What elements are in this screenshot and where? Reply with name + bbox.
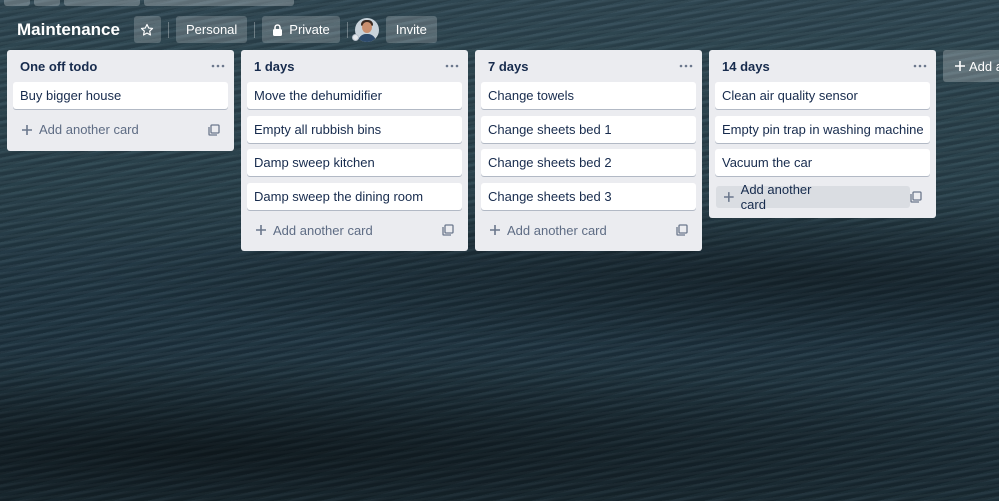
card-list: Buy bigger house xyxy=(7,82,234,109)
card-list: Change towels Change sheets bed 1 Change… xyxy=(475,82,702,210)
list-header[interactable]: 1 days xyxy=(241,50,468,82)
board-header: Maintenance Personal Private Invite xyxy=(8,16,437,43)
plus-icon xyxy=(256,225,266,235)
star-board-button[interactable] xyxy=(133,16,161,43)
add-card-label: Add another card xyxy=(740,181,812,212)
plus-icon xyxy=(22,124,32,135)
list-14-days: 14 days Clean air quality sensor Empty p… xyxy=(709,50,936,218)
card[interactable]: Clean air quality sensor xyxy=(715,82,930,109)
card[interactable]: Change towels xyxy=(481,82,696,109)
header-divider xyxy=(167,21,169,38)
card[interactable]: Empty all rubbish bins xyxy=(247,115,462,143)
card[interactable]: Change sheets bed 2 xyxy=(481,149,696,176)
card[interactable]: Buy bigger house xyxy=(13,82,228,109)
list-one-off-todo: One off todo Buy bigger house Add anothe… xyxy=(7,50,234,151)
list-7-days: 7 days Change towels Change sheets bed 1… xyxy=(475,50,702,251)
nav-button-stub[interactable] xyxy=(64,0,140,6)
card-list: Clean air quality sensor Empty pin trap … xyxy=(709,82,936,176)
nav-button-stub[interactable] xyxy=(34,0,60,6)
card[interactable]: Damp sweep kitchen xyxy=(247,149,462,176)
lock-icon xyxy=(273,23,283,36)
more-horizontal-icon[interactable] xyxy=(211,64,225,68)
list-footer: Add another card xyxy=(481,216,696,244)
add-card-label: Add another card xyxy=(273,222,373,238)
add-list-button[interactable]: Add a xyxy=(943,50,999,82)
add-card-button[interactable]: Add another card xyxy=(490,223,607,238)
board-title[interactable]: Maintenance xyxy=(8,16,129,43)
personal-button[interactable]: Personal xyxy=(175,16,248,43)
add-card-button[interactable]: Add another card xyxy=(22,122,139,137)
list-header[interactable]: One off todo xyxy=(7,50,234,82)
card[interactable]: Move the dehumidifier xyxy=(247,82,462,109)
avatar-status-badge xyxy=(352,34,359,41)
plus-icon xyxy=(490,225,500,235)
list-footer: Add another card xyxy=(247,216,462,244)
header-divider xyxy=(254,21,256,38)
nav-button-stub[interactable] xyxy=(4,0,30,6)
list-header[interactable]: 14 days xyxy=(709,50,936,82)
card[interactable]: Change sheets bed 3 xyxy=(481,182,696,210)
list-title[interactable]: 7 days xyxy=(488,59,528,74)
plus-icon xyxy=(955,61,965,71)
list-title[interactable]: 1 days xyxy=(254,59,294,74)
list-footer: Add another card xyxy=(13,116,228,144)
star-icon xyxy=(141,23,154,36)
add-list-label: Add a xyxy=(969,58,999,74)
card-template-icon[interactable] xyxy=(676,224,688,236)
card-list: Move the dehumidifier Empty all rubbish … xyxy=(241,82,468,210)
card[interactable]: Empty pin trap in washing machine xyxy=(715,115,930,143)
invite-button[interactable]: Invite xyxy=(385,16,437,43)
more-horizontal-icon[interactable] xyxy=(679,64,693,68)
list-footer: Add another card xyxy=(715,182,930,212)
more-horizontal-icon[interactable] xyxy=(445,64,459,68)
card-template-icon[interactable] xyxy=(910,190,922,203)
list-1-days: 1 days Move the dehumidifier Empty all r… xyxy=(241,50,468,251)
header-divider xyxy=(346,21,348,38)
list-title[interactable]: 14 days xyxy=(722,59,770,74)
card[interactable]: Damp sweep the dining room xyxy=(247,182,462,210)
nav-search-stub[interactable] xyxy=(144,0,294,6)
plus-icon xyxy=(724,191,734,202)
list-title[interactable]: One off todo xyxy=(20,59,97,74)
visibility-button[interactable]: Private xyxy=(262,16,340,43)
visibility-label: Private xyxy=(289,22,330,37)
add-card-button[interactable]: Add another card xyxy=(256,223,373,238)
add-card-button[interactable]: Add another card xyxy=(716,182,910,212)
add-card-label: Add another card xyxy=(39,122,139,137)
top-nav-remnant xyxy=(0,0,300,6)
add-card-label: Add another card xyxy=(507,222,607,238)
card[interactable]: Vacuum the car xyxy=(715,149,930,176)
card[interactable]: Change sheets bed 1 xyxy=(481,115,696,143)
card-template-icon[interactable] xyxy=(442,224,454,236)
list-header[interactable]: 7 days xyxy=(475,50,702,82)
card-template-icon[interactable] xyxy=(208,123,220,136)
more-horizontal-icon[interactable] xyxy=(913,64,927,68)
